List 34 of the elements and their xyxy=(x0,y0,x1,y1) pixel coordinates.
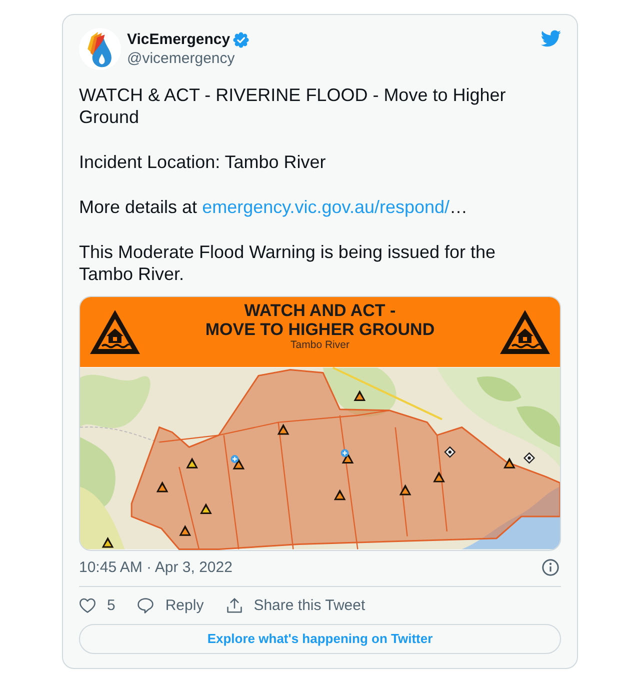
tweet-text: More details at emergency.vic.gov.au/respond/… xyxy=(79,196,469,218)
reply-button[interactable]: Reply xyxy=(137,596,204,616)
banner-title: WATCH AND ACT - MOVE TO HIGHER GROUND xyxy=(205,300,435,339)
info-icon[interactable] xyxy=(542,559,559,576)
warning-marker-icon xyxy=(433,471,445,482)
plus-marker-icon xyxy=(230,454,239,463)
drop-logo-icon[interactable] xyxy=(79,28,121,70)
warning-marker-icon xyxy=(334,488,346,500)
plus-marker-icon xyxy=(340,448,349,457)
tweet-text: WATCH & ACT - RIVERINE FLOOD - Move to Higher Ground xyxy=(79,84,507,129)
share-button[interactable]: Share this Tweet xyxy=(226,596,366,616)
speech-bubble-icon xyxy=(137,597,154,614)
warning-marker-icon xyxy=(200,502,212,514)
diamond-marker-icon xyxy=(523,452,536,464)
tweet-text: Incident Location: Tambo River xyxy=(79,151,327,174)
warning-marker-icon xyxy=(102,536,114,548)
warning-marker-icon xyxy=(179,524,192,536)
banner-subtitle: Tambo River xyxy=(290,338,350,352)
warning-marker-icon xyxy=(399,484,412,495)
share-icon xyxy=(226,597,243,614)
warning-marker-icon xyxy=(354,390,366,401)
author-handle[interactable]: @vicemergency xyxy=(127,48,235,68)
bird-logo-icon[interactable] xyxy=(540,30,561,47)
warning-marker-icon xyxy=(277,423,290,434)
warning-marker-icon xyxy=(186,457,198,468)
diamond-marker-icon xyxy=(444,446,456,458)
tweet-timestamp[interactable]: 10:45 AM · Apr 3, 2022 xyxy=(79,558,232,578)
flood-warning-icon xyxy=(89,308,141,355)
tweet-text: This Moderate Flood Warning is being issued for the Tambo River. xyxy=(79,240,497,286)
author-name[interactable]: VicEmergency xyxy=(127,30,230,48)
warning-marker-icon xyxy=(156,480,168,492)
flood-warning-icon xyxy=(499,308,551,355)
warning-marker-icon xyxy=(503,457,516,468)
like-button[interactable]: 5 xyxy=(79,596,116,616)
